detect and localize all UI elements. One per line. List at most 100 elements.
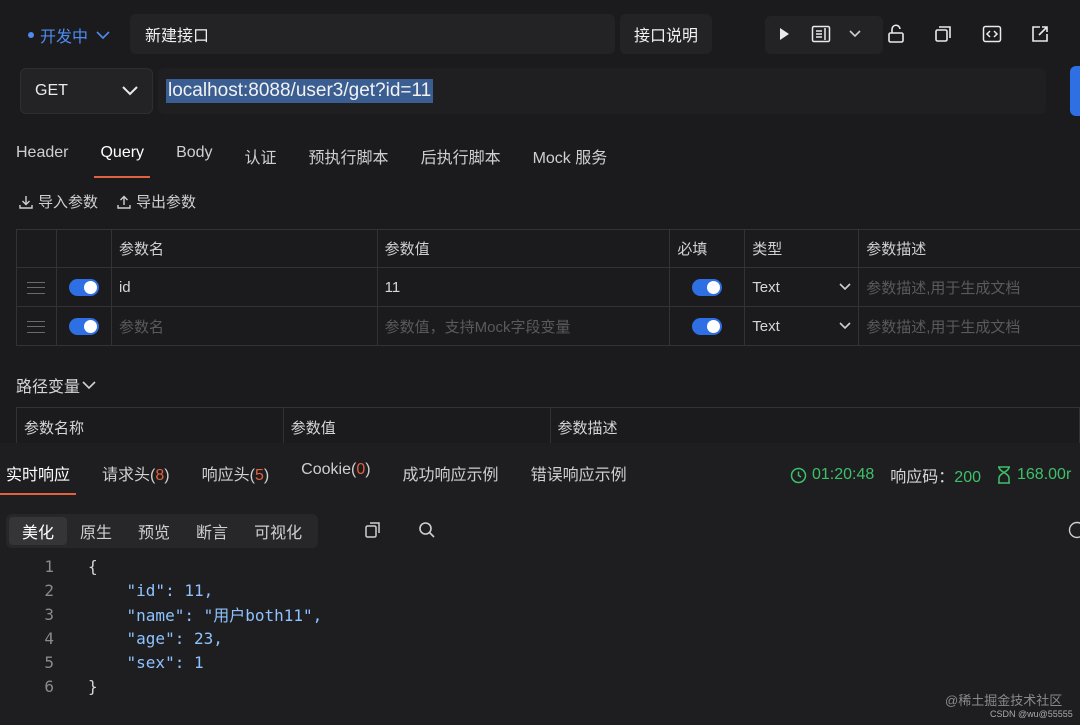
col-pv-value: 参数值 <box>282 407 551 447</box>
col-type: 类型 <box>744 229 860 268</box>
enable-toggle[interactable] <box>68 317 99 335</box>
col-value: 参数值 <box>376 229 671 268</box>
doc-icon[interactable] <box>811 24 831 44</box>
param-actions: 导入参数 导出参数 <box>18 191 196 212</box>
view-preview[interactable]: 预览 <box>125 517 183 545</box>
drag-handle-icon[interactable] <box>27 281 46 294</box>
lock-icon[interactable] <box>886 24 906 44</box>
response-duration: 168.00r <box>1017 466 1072 483</box>
response-time: 01:20:48 <box>812 466 875 483</box>
clock-icon <box>790 467 807 483</box>
code-line: 4 "age": 23, <box>44 628 223 648</box>
col-name: 参数名 <box>110 229 378 268</box>
tab-response-headers[interactable]: 响应头(5) <box>202 461 270 485</box>
required-toggle[interactable] <box>692 317 723 335</box>
enable-toggle[interactable] <box>68 278 99 296</box>
code-text: } <box>88 676 98 696</box>
code-line: 2 "id": 11, <box>44 580 214 600</box>
method-select[interactable]: GET <box>20 68 153 114</box>
send-button[interactable] <box>1070 66 1080 116</box>
url-input[interactable]: localhost:8088/user3/get?id=11 <box>158 68 1046 114</box>
resp-headers-label: 响应头 <box>201 467 250 484</box>
import-label: 导入参数 <box>38 194 99 211</box>
table-header-row: 参数名称 参数值 参数描述 <box>16 407 1080 447</box>
code-line: 6} <box>44 676 98 696</box>
share-icon[interactable] <box>1030 24 1050 44</box>
response-code-view[interactable]: 1{ 2 "id": 11, 3 "name": "用户both11", 4 "… <box>0 554 1080 698</box>
code-text: "name": "用户both11", <box>88 606 323 625</box>
type-value: Text <box>752 317 780 335</box>
param-desc-cell[interactable]: 参数描述,用于生成文档 <box>858 306 1080 346</box>
chevron-down-icon[interactable] <box>845 24 865 44</box>
query-params-table: 参数名 参数值 必填 类型 参数描述 id 11 Text 参数描述,用于生成文… <box>16 229 1080 346</box>
copy-icon[interactable] <box>364 521 382 543</box>
view-beautify[interactable]: 美化 <box>9 517 68 545</box>
req-headers-label: 请求头 <box>102 467 151 484</box>
view-raw[interactable]: 原生 <box>67 517 125 545</box>
download-icon <box>19 195 33 209</box>
tab-success-example[interactable]: 成功响应示例 <box>403 461 499 485</box>
tab-body[interactable]: Body <box>176 144 212 168</box>
response-tabs: 实时响应 请求头(8) 响应头(5) Cookie(0) 成功响应示例 错误响应… <box>0 461 627 495</box>
chevron-down-icon <box>96 30 110 39</box>
col-desc: 参数描述 <box>858 229 1080 268</box>
status-code: 200 <box>954 469 981 486</box>
param-name-cell[interactable]: id <box>110 267 378 307</box>
table-row: id 11 Text 参数描述,用于生成文档 <box>16 267 1080 307</box>
code-line: 3 "name": "用户both11", <box>0 602 1080 626</box>
type-value: Text <box>752 278 780 296</box>
api-name-input[interactable]: 新建接口 <box>130 14 615 54</box>
param-name-cell[interactable]: 参数名 <box>110 306 378 346</box>
path-vars-table: 参数名称 参数值 参数描述 <box>16 407 1080 447</box>
type-select[interactable]: Text <box>744 267 860 307</box>
import-params-button[interactable]: 导入参数 <box>18 191 98 212</box>
code-text: "id": 11, <box>88 580 214 600</box>
view-visualize[interactable]: 可视化 <box>241 517 315 545</box>
cookie-count: 0 <box>356 461 366 478</box>
param-value-cell[interactable]: 参数值，支持Mock字段变量 <box>376 306 671 346</box>
chevron-down-icon <box>839 283 851 291</box>
tab-mock[interactable]: Mock 服务 <box>533 144 608 168</box>
tab-pre-script[interactable]: 预执行脚本 <box>309 144 389 168</box>
tab-realtime-response[interactable]: 实时响应 <box>0 461 77 495</box>
tab-cookie[interactable]: Cookie(0) <box>301 461 370 485</box>
tab-error-example[interactable]: 错误响应示例 <box>531 461 627 485</box>
code-text: { <box>88 556 98 576</box>
path-vars-toggle[interactable]: 路径变量 <box>16 373 96 397</box>
help-icon[interactable] <box>1068 521 1080 543</box>
code-text: "age": 23, <box>88 628 223 648</box>
copy-icon[interactable] <box>933 24 953 44</box>
cookie-label: Cookie <box>301 461 351 478</box>
code-line: 5 "sex": 1 <box>44 652 204 672</box>
tab-header[interactable]: Header <box>16 144 68 168</box>
watermark-csdn: CSDN @wu@55555 <box>990 709 1073 719</box>
tab-post-script[interactable]: 后执行脚本 <box>421 144 501 168</box>
status-dot-icon <box>28 32 34 38</box>
search-icon[interactable] <box>418 521 436 543</box>
api-name-value: 新建接口 <box>145 28 210 45</box>
chevron-down-icon <box>82 380 96 389</box>
view-assert[interactable]: 断言 <box>183 517 241 545</box>
request-tabs: Header Query Body 认证 预执行脚本 后执行脚本 Mock 服务 <box>16 144 608 178</box>
param-desc-cell[interactable]: 参数描述,用于生成文档 <box>858 267 1080 307</box>
code-icon[interactable] <box>982 24 1002 44</box>
method-value: GET <box>35 82 68 99</box>
col-pv-desc: 参数描述 <box>549 407 1080 447</box>
drag-handle-icon[interactable] <box>27 320 46 333</box>
chevron-down-icon <box>122 86 138 96</box>
play-icon[interactable] <box>774 24 794 44</box>
tab-query[interactable]: Query <box>94 144 150 178</box>
status-code-label: 响应码： <box>890 469 955 486</box>
code-text: "sex": 1 <box>88 652 204 672</box>
export-params-button[interactable]: 导出参数 <box>116 191 196 212</box>
view-mode-tabs: 美化 原生 预览 断言 可视化 <box>6 514 319 548</box>
req-headers-count: 8 <box>155 467 165 484</box>
col-pv-name: 参数名称 <box>16 407 284 447</box>
tab-request-headers[interactable]: 请求头(8) <box>102 461 170 485</box>
api-description-button[interactable]: 接口说明 <box>620 14 712 54</box>
param-value-cell[interactable]: 11 <box>376 267 671 307</box>
env-status-dropdown[interactable]: 开发中 <box>28 23 110 47</box>
type-select[interactable]: Text <box>744 306 860 346</box>
tab-auth[interactable]: 认证 <box>245 144 277 168</box>
required-toggle[interactable] <box>692 278 723 296</box>
